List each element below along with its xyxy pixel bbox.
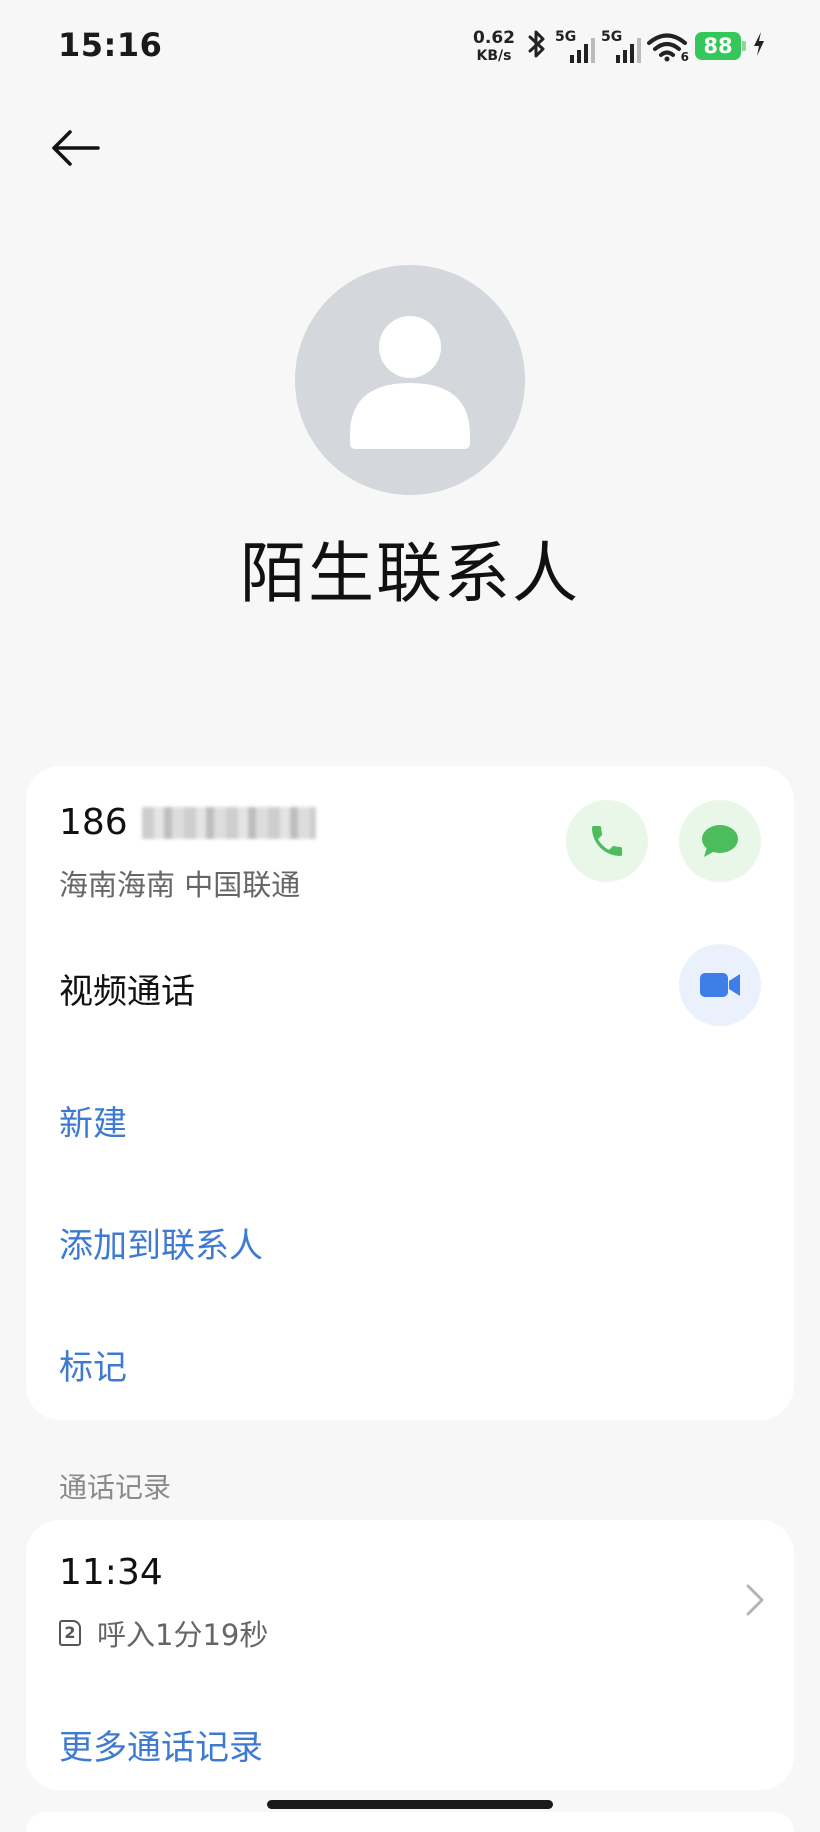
phone-number-prefix: 186: [59, 802, 128, 843]
battery-indicator: 88: [695, 32, 746, 60]
signal-sim2: 5G: [601, 29, 641, 63]
contact-details-card: 186 海南海南 中国联通 视频通话 新建 添加到联系人 标记: [26, 766, 794, 1420]
message-button[interactable]: [679, 800, 761, 882]
person-silhouette-icon: [350, 316, 470, 449]
contact-name: 陌生联系人: [240, 535, 580, 612]
add-to-contacts-link[interactable]: 添加到联系人: [59, 1218, 263, 1267]
call-log-detail: 2 呼入1分19秒: [59, 1612, 268, 1654]
back-button[interactable]: [50, 118, 120, 178]
call-log-description: 呼入1分19秒: [97, 1618, 269, 1652]
status-time: 15:16: [58, 26, 163, 64]
phone-icon: [592, 826, 622, 856]
call-log-card: 11:34 2 呼入1分19秒 更多通话记录: [26, 1520, 794, 1790]
bluetooth-icon: [525, 28, 549, 64]
video-camera-icon: [700, 973, 740, 997]
new-contact-link[interactable]: 新建: [59, 1096, 127, 1145]
home-indicator[interactable]: [267, 1800, 553, 1809]
status-bar: 15:16 0.62 KB/s 5G 5G 6 88: [0, 0, 820, 96]
more-call-logs-link[interactable]: 更多通话记录: [59, 1720, 263, 1769]
chevron-right-icon[interactable]: [740, 1580, 770, 1620]
video-call-button[interactable]: [679, 944, 761, 1026]
status-icons: 0.62 KB/s 5G 5G 6 88: [473, 26, 766, 66]
call-log-section-title: 通话记录: [59, 1471, 172, 1504]
call-button[interactable]: [566, 800, 648, 882]
signal-sim1: 5G: [555, 29, 595, 63]
redacted-number: [141, 806, 316, 839]
signal-bars-icon: [616, 38, 641, 63]
phone-number[interactable]: 186: [59, 802, 316, 843]
network-speed-value: 0.62: [473, 27, 515, 48]
battery-nub: [742, 41, 746, 51]
call-log-time: 11:34: [59, 1552, 163, 1593]
video-call-label: 视频通话: [59, 972, 195, 1012]
wifi-generation: 6: [680, 50, 689, 64]
sim-card-icon: 2: [59, 1620, 81, 1646]
battery-level: 88: [695, 32, 741, 60]
charging-icon: [752, 31, 766, 61]
network-speed-unit: KB/s: [476, 47, 512, 64]
phone-location: 海南海南 中国联通: [59, 868, 301, 902]
wifi-icon: 6: [647, 30, 689, 64]
arrow-left-icon: [52, 130, 100, 166]
next-card-peek: [26, 1812, 794, 1832]
network-speed: 0.62 KB/s: [473, 27, 515, 64]
mark-number-link[interactable]: 标记: [59, 1340, 127, 1389]
contact-avatar: [295, 265, 525, 495]
signal-bars-icon: [570, 38, 595, 63]
message-bubble-icon: [702, 825, 738, 857]
